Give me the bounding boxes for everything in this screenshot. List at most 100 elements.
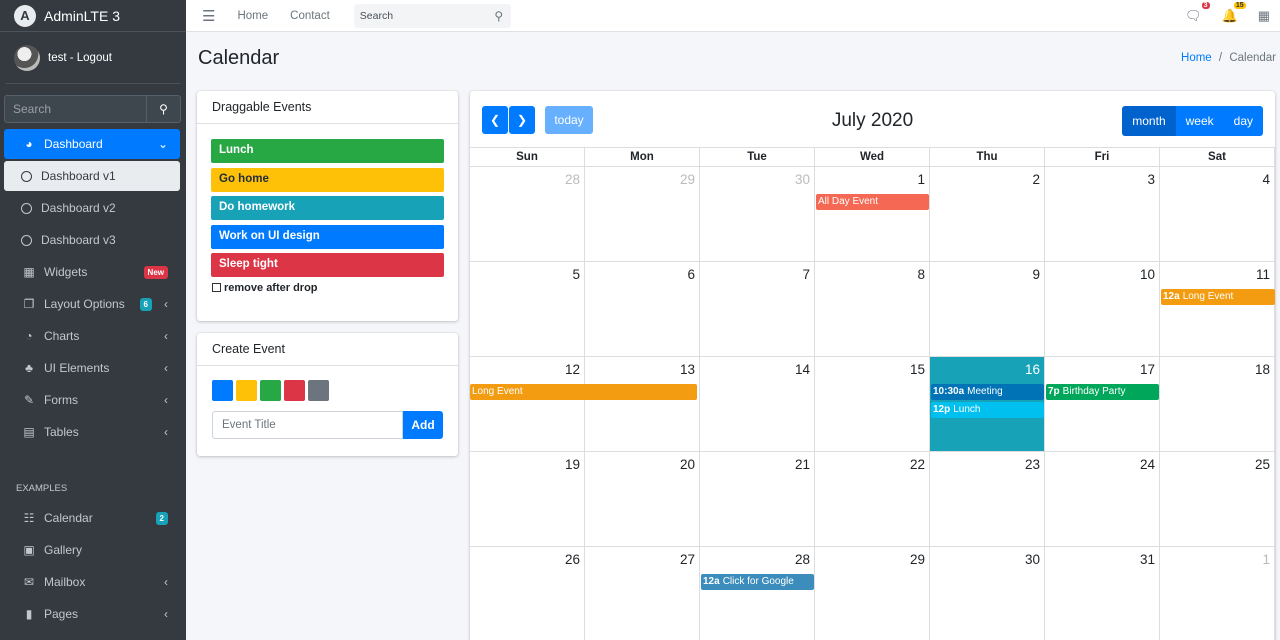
event-title-input[interactable] bbox=[212, 411, 403, 439]
day-cell[interactable]: 4 bbox=[1160, 167, 1275, 261]
day-cell[interactable]: 15 bbox=[815, 357, 930, 451]
search-icon[interactable]: ⚲ bbox=[487, 9, 511, 23]
sidebar-search-input[interactable] bbox=[4, 95, 146, 123]
color-swatch[interactable] bbox=[236, 380, 257, 401]
sidebar-item-forms[interactable]: ✎ Forms ‹ bbox=[4, 385, 180, 415]
sidebar-item-label: Gallery bbox=[44, 543, 83, 557]
day-cell[interactable]: 28 bbox=[700, 547, 815, 640]
day-cell[interactable]: 9 bbox=[930, 262, 1045, 356]
color-swatch[interactable] bbox=[212, 380, 233, 401]
user-panel[interactable]: test - Logout bbox=[6, 32, 180, 84]
chevron-left-icon: ‹ bbox=[164, 297, 168, 311]
day-cell[interactable]: 31 bbox=[1045, 547, 1160, 640]
day-cell[interactable]: 1 bbox=[1160, 547, 1275, 640]
day-cell[interactable]: 20 bbox=[585, 452, 700, 546]
sidebar-item-pages[interactable]: ▮ Pages ‹ bbox=[4, 599, 180, 629]
external-events: Lunch Go home Do homework Work on UI design… bbox=[197, 124, 458, 277]
day-cell[interactable]: 29 bbox=[585, 167, 700, 261]
sidebar-item-gallery[interactable]: ▣ Gallery bbox=[4, 535, 180, 565]
day-cell[interactable]: 2 bbox=[930, 167, 1045, 261]
external-event[interactable]: Work on UI design bbox=[211, 224, 444, 249]
day-cell[interactable]: 17 bbox=[1045, 357, 1160, 451]
nav-link-contact[interactable]: Contact bbox=[290, 10, 330, 22]
sidebar-item-label: Charts bbox=[44, 329, 80, 343]
sidebar-item-calendar[interactable]: ☷ Calendar 2 bbox=[4, 503, 180, 533]
view-button-month[interactable]: month bbox=[1122, 106, 1176, 136]
day-cell[interactable]: 13 bbox=[585, 357, 700, 451]
day-cell[interactable]: 22 bbox=[815, 452, 930, 546]
color-swatch[interactable] bbox=[308, 380, 329, 401]
day-of-week-label: Wed bbox=[815, 148, 930, 166]
calendar-event[interactable]: 12a Click for Google bbox=[701, 574, 814, 590]
color-swatch[interactable] bbox=[284, 380, 305, 401]
calendar-event[interactable]: 7p Birthday Party bbox=[1046, 384, 1159, 400]
sidebar-item-mailbox[interactable]: ✉ Mailbox ‹ bbox=[4, 567, 180, 597]
calendar-event[interactable]: All Day Event bbox=[816, 194, 929, 210]
sidebar-item-widgets[interactable]: ▦ Widgets New bbox=[4, 257, 180, 287]
day-cell[interactable]: 21 bbox=[700, 452, 815, 546]
day-cell[interactable]: 11 bbox=[1160, 262, 1275, 356]
day-cell[interactable]: 27 bbox=[585, 547, 700, 640]
day-cell[interactable]: 18 bbox=[1160, 357, 1275, 451]
sidebar-item-dashboard-v2[interactable]: Dashboard v2 bbox=[4, 193, 180, 223]
calendar-event[interactable]: 10:30a Meeting bbox=[931, 384, 1044, 400]
day-cell[interactable]: 10 bbox=[1045, 262, 1160, 356]
event-time: 10:30a bbox=[933, 386, 965, 397]
grid-apps-icon[interactable]: ▦ bbox=[1258, 8, 1270, 24]
sidebar-search-button[interactable]: ⚲ bbox=[146, 95, 181, 123]
sidebar-item-ui-elements[interactable]: ♣ UI Elements ‹ bbox=[4, 353, 180, 383]
day-cell[interactable]: 3 bbox=[1045, 167, 1160, 261]
envelope-icon: ✉ bbox=[23, 575, 35, 589]
sidebar-item-charts[interactable]: ◔ Charts ‹ bbox=[4, 321, 180, 351]
sidebar-item-tables[interactable]: ▤ Tables ‹ bbox=[4, 417, 180, 447]
calendar-event[interactable]: 12a Long Event bbox=[1161, 289, 1275, 305]
day-cell[interactable]: 28 bbox=[470, 167, 585, 261]
nav-badge: 2 bbox=[155, 511, 168, 525]
sidebar-item-dashboard-v3[interactable]: Dashboard v3 bbox=[4, 225, 180, 255]
view-button-day[interactable]: day bbox=[1223, 106, 1263, 136]
day-cell[interactable]: 12 bbox=[470, 357, 585, 451]
hamburger-menu-icon[interactable]: ☰ bbox=[202, 7, 215, 25]
sidebar-item-dashboard-v1[interactable]: Dashboard v1 bbox=[4, 161, 180, 191]
external-event[interactable]: Go home bbox=[211, 167, 444, 192]
day-cell[interactable]: 30 bbox=[930, 547, 1045, 640]
sidebar-item-label: Mailbox bbox=[44, 575, 86, 589]
day-cell[interactable]: 19 bbox=[470, 452, 585, 546]
add-event-button[interactable]: Add bbox=[403, 411, 443, 439]
sidebar-item-dashboard[interactable]: ◕ Dashboard ⌄ bbox=[4, 129, 180, 159]
user-name[interactable]: test - Logout bbox=[48, 52, 112, 64]
adminlte-logo-icon: A bbox=[14, 4, 36, 27]
external-event[interactable]: Lunch bbox=[211, 139, 444, 163]
notifications-dropdown[interactable]: 🔔 15 bbox=[1222, 2, 1246, 24]
day-cell[interactable]: 7 bbox=[700, 262, 815, 356]
topbar-search-input[interactable] bbox=[353, 9, 487, 22]
external-event[interactable]: Do homework bbox=[211, 196, 444, 220]
day-cell[interactable]: 1 bbox=[815, 167, 930, 261]
day-cell[interactable]: 23 bbox=[930, 452, 1045, 546]
messages-dropdown[interactable]: 🗨 3 bbox=[1185, 2, 1210, 24]
day-cell[interactable]: 24 bbox=[1045, 452, 1160, 546]
day-cell[interactable]: 5 bbox=[470, 262, 585, 356]
day-cell[interactable]: 8 bbox=[815, 262, 930, 356]
week-row: 28 29 30 1 2 3 4 All Day Event bbox=[470, 167, 1275, 262]
sidebar-item-label: Dashboard v2 bbox=[41, 201, 116, 215]
color-swatch[interactable] bbox=[260, 380, 281, 401]
day-cell[interactable]: 26 bbox=[470, 547, 585, 640]
sidebar-item-layout-options[interactable]: ❐ Layout Options 6 ‹ bbox=[4, 289, 180, 319]
day-cell[interactable]: 25 bbox=[1160, 452, 1275, 546]
calendar-event[interactable]: 12p Lunch bbox=[931, 402, 1044, 418]
week-row: 26 27 28 29 30 31 1 12a Click for Google bbox=[470, 547, 1275, 640]
remove-after-drop-checkbox[interactable] bbox=[212, 283, 221, 292]
day-cell[interactable]: 14 bbox=[700, 357, 815, 451]
create-event-title: Create Event bbox=[197, 333, 458, 366]
remove-after-drop[interactable]: remove after drop bbox=[212, 282, 458, 294]
external-event[interactable]: Sleep tight bbox=[211, 253, 444, 277]
breadcrumb-home[interactable]: Home bbox=[1181, 52, 1212, 64]
day-cell[interactable]: 6 bbox=[585, 262, 700, 356]
brand-link[interactable]: A AdminLTE 3 bbox=[0, 0, 186, 32]
day-cell[interactable]: 29 bbox=[815, 547, 930, 640]
day-cell[interactable]: 30 bbox=[700, 167, 815, 261]
view-button-week[interactable]: week bbox=[1175, 106, 1224, 136]
calendar-event[interactable]: Long Event bbox=[470, 384, 697, 400]
nav-link-home[interactable]: Home bbox=[237, 10, 268, 22]
